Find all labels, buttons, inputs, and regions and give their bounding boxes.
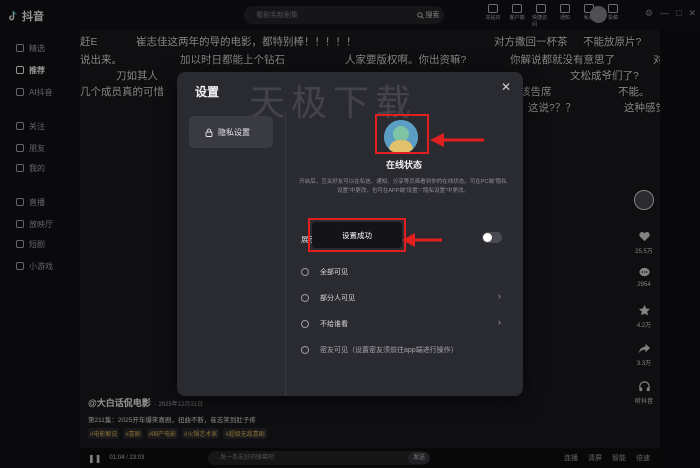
highlight-box-avatar <box>375 114 429 154</box>
option-all-visible[interactable]: 全部可见 <box>301 265 507 279</box>
option-label: 全部可见 <box>320 269 348 276</box>
option-label: 部分人可见 <box>320 295 355 302</box>
annotation-arrow-avatar <box>430 133 484 147</box>
radio-icon <box>301 294 309 302</box>
modal-divider <box>285 112 286 396</box>
radio-icon <box>301 268 309 276</box>
annotation-arrow-toast <box>402 233 442 247</box>
radio-icon <box>301 320 309 328</box>
modal-title: 设置 <box>195 85 220 99</box>
highlight-box-toast <box>308 218 406 252</box>
settings-nav-privacy[interactable]: 隐私设置 <box>189 116 273 148</box>
status-description: 开启后，互关好友可以在私信、通知、分享等页面看到你的在线状态。可在PC端“隐私设… <box>299 179 507 194</box>
toggle-knob <box>483 233 492 242</box>
online-status-toggle[interactable] <box>482 232 502 243</box>
radio-icon <box>301 346 309 354</box>
option-hide-from[interactable]: 不给谁看 › <box>301 317 507 331</box>
option-label: 不给谁看 <box>320 321 348 328</box>
chevron-right-icon: › <box>498 317 501 327</box>
option-label: 密友可见（设置密友须前往app端进行操作） <box>320 347 458 354</box>
lock-icon <box>205 128 213 137</box>
settings-modal: 天极下载 设置 ✕ 隐私设置 在线状态 开启后，互关好友可以在私信、通知、分享等… <box>177 72 523 396</box>
chevron-right-icon: › <box>498 291 501 301</box>
option-partial-visible[interactable]: 部分人可见 › <box>301 291 507 305</box>
option-close-friends[interactable]: 密友可见（设置密友须前往app端进行操作） <box>301 343 507 357</box>
settings-nav-label: 隐私设置 <box>218 127 250 137</box>
status-title: 在线状态 <box>385 160 422 170</box>
close-icon[interactable]: ✕ <box>501 80 511 94</box>
